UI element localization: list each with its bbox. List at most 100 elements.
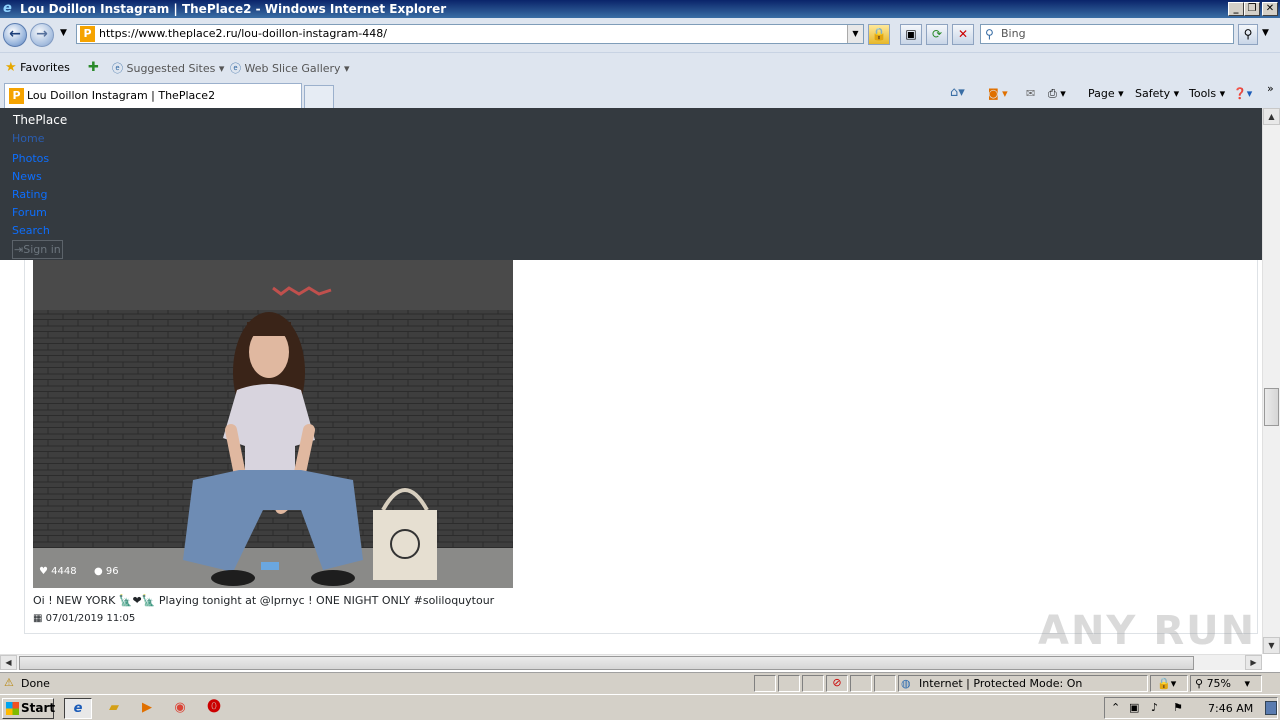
scroll-left-arrow-icon[interactable]: ◀ [0,655,17,670]
tab-row: P Lou Doillon Instagram | ThePlace2 ⌂▾ ◙… [0,82,1280,108]
taskbar-ie-icon[interactable]: e [64,698,92,719]
page-menu[interactable]: Page ▾ [1088,87,1124,100]
address-toolbar: ← → ▼ P https://www.theplace2.ru/lou-doi… [0,18,1280,52]
globe-icon: ◍ [901,677,911,690]
sign-in-button[interactable]: ⇥Sign in [12,240,63,259]
favorites-bar: ★ Favorites ✚ ⓔ Suggested Sites ▾ ⓔ Web … [0,52,1280,82]
show-desktop-icon[interactable] [1265,701,1277,715]
calendar-icon: ▦ [33,613,43,624]
action-center-flag-icon[interactable]: ⚑ [1173,701,1183,714]
safety-menu-label: Safety [1135,87,1171,100]
zoom-dropdown-icon: ▾ [1244,677,1251,690]
taskbar: Start e ▰ ▶ ◉ ⓿ ⌃ ▣ ♪ ⚑ 7:46 AM [0,694,1280,720]
clock[interactable]: 7:46 AM [1208,702,1253,715]
privacy-report-icon[interactable]: ⊘ [826,675,848,692]
forward-button[interactable]: → [30,23,54,47]
security-zone[interactable]: ◍ Internet | Protected Mode: On [898,675,1148,692]
toolbar-overflow-icon[interactable]: » [1267,82,1274,95]
vertical-scrollbar[interactable]: ▲ ▼ [1262,108,1280,654]
likes-value: 4448 [51,566,77,577]
search-input[interactable]: ⚲ Bing [980,24,1234,44]
suggested-sites-label: Suggested Sites [126,62,216,75]
minimize-button[interactable]: _ [1228,2,1244,16]
page-content: ThePlace Home Photos News Rating Forum S… [0,108,1262,654]
zoom-icon: ⚲ [1195,677,1204,690]
likes-count: ♥ 4448 [39,566,77,577]
status-segment [874,675,896,692]
search-options-dropdown-icon[interactable]: ▼ [1262,28,1269,38]
safety-menu[interactable]: Safety ▾ [1135,87,1179,100]
refresh-icon[interactable]: ⟳ [926,24,948,45]
taskbar-chrome-icon[interactable]: ◉ [166,698,194,719]
tools-menu[interactable]: Tools ▾ [1189,87,1225,100]
home-icon[interactable]: ⌂▾ [950,85,965,100]
volume-icon[interactable]: ♪ [1151,701,1158,714]
web-slice-gallery-link[interactable]: ⓔ Web Slice Gallery ▾ [230,60,350,76]
address-dropdown-icon[interactable]: ▼ [847,25,863,43]
status-segment [802,675,824,692]
anyrun-watermark: ANY RUN [1038,608,1257,654]
compatibility-view-icon[interactable]: ▣ [900,24,922,45]
help-icon[interactable]: ❓▾ [1233,87,1252,100]
start-button[interactable]: Start [2,698,55,719]
search-provider-icon: ⚲ [985,27,994,41]
stop-icon[interactable]: ✕ [952,24,974,45]
add-to-favorites-icon[interactable]: ✚ [88,60,99,75]
protected-mode-icon[interactable]: 🔒▾ [1150,675,1188,692]
taskbar-media-player-icon[interactable]: ▶ [133,698,161,719]
recent-pages-dropdown-icon[interactable]: ▼ [60,28,67,38]
search-placeholder: Bing [1001,27,1026,40]
network-icon[interactable]: ▣ [1129,701,1139,714]
security-lock-icon[interactable]: 🔒 [868,24,890,45]
address-text[interactable]: https://www.theplace2.ru/lou-doillon-ins… [99,25,387,43]
comments-value: 96 [105,566,119,577]
vertical-scroll-thumb[interactable] [1264,388,1279,426]
nav-search-link[interactable]: Search [12,224,50,237]
close-button[interactable]: ✕ [1262,2,1278,16]
site-brand-link[interactable]: ThePlace [13,113,67,127]
print-icon[interactable]: ⎙ ▾ [1048,87,1066,101]
taskbar-opera-icon[interactable]: ⓿ [200,698,228,719]
comments-count: ● 96 [94,566,119,577]
status-bar: ⚠ Done ⊘ ◍ Internet | Protected Mode: On… [0,672,1280,694]
horizontal-scroll-thumb[interactable] [19,656,1194,670]
status-text: Done [21,677,50,690]
suggested-sites-link[interactable]: ⓔ Suggested Sites ▾ [112,60,224,76]
nav-forum-link[interactable]: Forum [12,206,47,219]
scroll-down-arrow-icon[interactable]: ▼ [1263,637,1280,654]
ie-page-icon: ⓔ [230,62,241,75]
scroll-up-arrow-icon[interactable]: ▲ [1263,108,1280,125]
status-segment [778,675,800,692]
scroll-right-arrow-icon[interactable]: ▶ [1245,655,1262,670]
ie-logo-icon: e [3,1,12,16]
heart-icon: ♥ [39,566,48,577]
nav-photos-link[interactable]: Photos [12,152,49,165]
favorites-label: Favorites [20,61,70,74]
sign-in-label: Sign in [23,243,61,256]
feeds-icon[interactable]: ◙ ▾ [988,87,1008,100]
site-navbar: ThePlace Home Photos News Rating Forum S… [0,108,1262,260]
new-tab-button[interactable] [304,85,334,108]
post-date-value: 07/01/2019 11:05 [45,613,136,624]
post-photo[interactable] [33,260,513,588]
site-favicon-icon: P [80,26,95,42]
nav-rating-link[interactable]: Rating [12,188,47,201]
read-mail-icon[interactable]: ✉ [1026,87,1035,100]
address-bar[interactable]: P https://www.theplace2.ru/lou-doillon-i… [76,24,864,44]
comment-icon: ● [94,566,103,577]
sign-in-icon: ⇥ [14,243,24,256]
ie-page-icon: ⓔ [112,62,123,75]
nav-home-link[interactable]: Home [12,132,44,145]
security-zone-label: Internet | Protected Mode: On [919,677,1083,690]
search-button[interactable]: ⚲ [1238,24,1258,45]
tray-expand-icon[interactable]: ⌃ [1111,701,1120,714]
back-button[interactable]: ← [3,23,27,47]
maximize-button[interactable]: ❐ [1244,2,1260,16]
favorites-button[interactable]: ★ Favorites [5,60,70,75]
zoom-control[interactable]: ⚲ 75% ▾ [1190,675,1262,692]
taskbar-explorer-icon[interactable]: ▰ [100,698,128,719]
nav-news-link[interactable]: News [12,170,42,183]
horizontal-scrollbar[interactable]: ◀ ▶ [0,654,1262,670]
tab-active[interactable]: P Lou Doillon Instagram | ThePlace2 [4,83,302,108]
status-segment [850,675,872,692]
